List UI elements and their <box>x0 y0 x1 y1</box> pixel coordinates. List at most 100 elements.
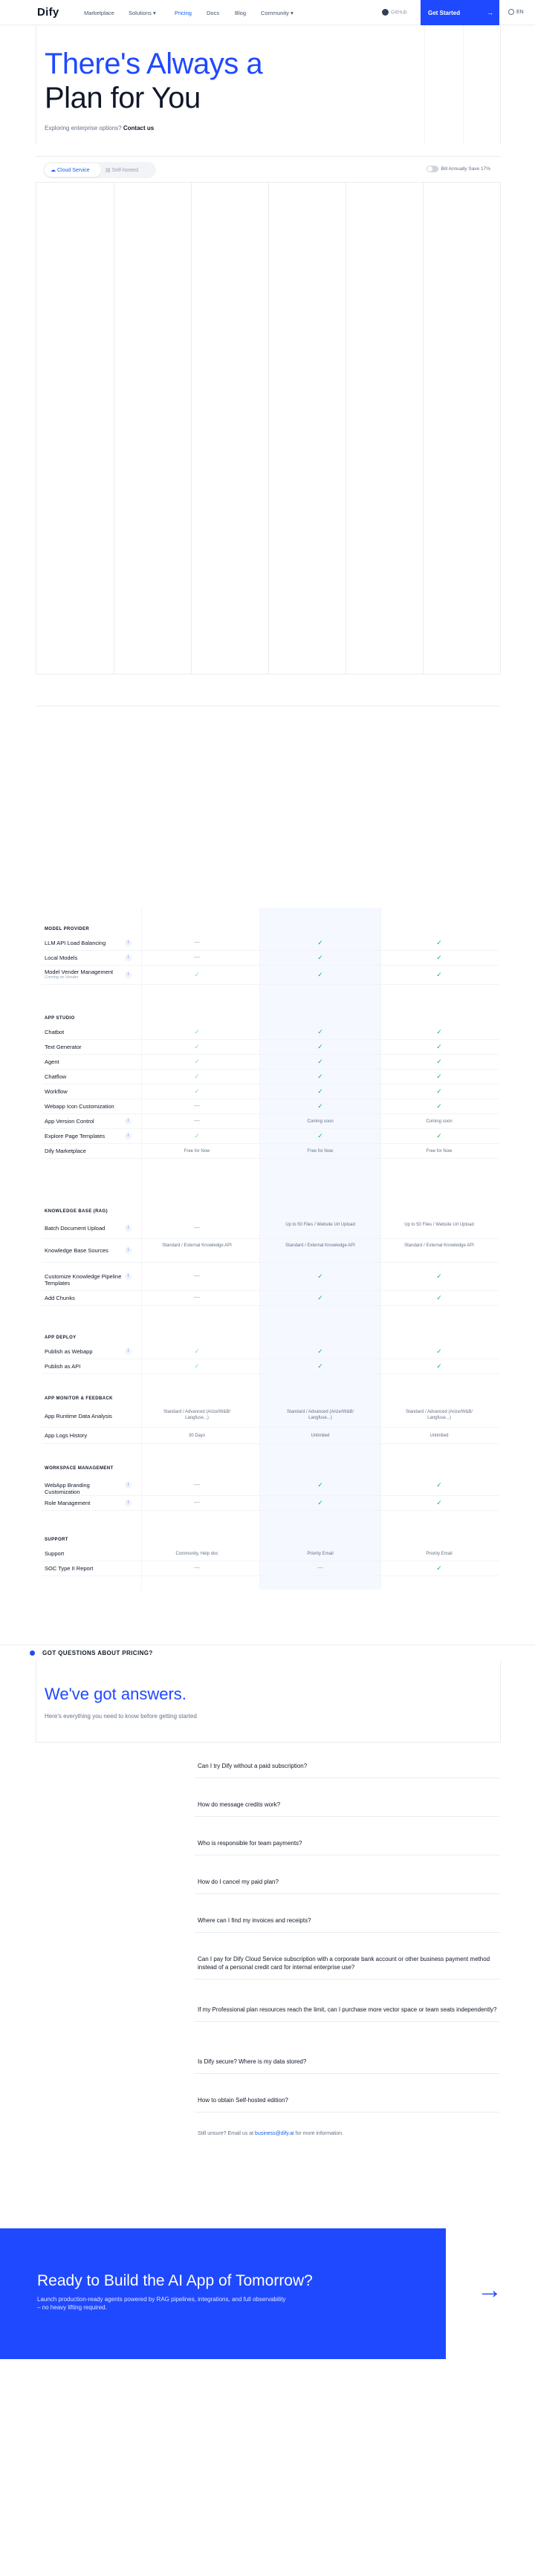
contact-us-link[interactable]: Contact us <box>123 125 154 131</box>
info-icon[interactable]: i <box>125 972 132 978</box>
toggle-switch-icon <box>426 166 438 172</box>
plan-value: Priority Email <box>307 1552 334 1556</box>
check-icon: ✓ <box>194 1058 200 1065</box>
table-row: Webapp Icon Customization — ✓ ✓ <box>42 1099 499 1114</box>
faq-item[interactable]: Can I try Dify without a paid subscripti… <box>195 1762 499 1778</box>
check-icon: ✓ <box>317 1058 323 1065</box>
dash-icon: — <box>194 1102 200 1109</box>
nav-link-solutions[interactable]: Solutions ▾ <box>129 10 156 16</box>
faq-item[interactable]: Where can I find my invoices and receipt… <box>195 1916 499 1933</box>
feature-label: Batch Document Upload <box>45 1225 106 1232</box>
check-icon: ✓ <box>317 1481 323 1489</box>
dash-icon: — <box>194 1272 200 1279</box>
info-icon[interactable]: i <box>125 1348 132 1355</box>
business-email-link[interactable]: business@dify.ai <box>255 2131 294 2136</box>
check-icon: ✓ <box>436 954 442 961</box>
chevron-down-icon: ▾ <box>152 10 156 16</box>
feature-label: Role Management <box>45 1500 91 1506</box>
table-row: Customize Knowledge Pipeline Templates i —… <box>42 1263 499 1291</box>
table-row: Add Chunks — ✓ ✓ <box>42 1291 499 1306</box>
info-icon[interactable]: i <box>125 940 132 946</box>
check-icon: ✓ <box>436 1564 442 1572</box>
nav-link-community[interactable]: Community ▾ <box>261 10 294 16</box>
section-title: APP STUDIO <box>45 1016 75 1021</box>
nav-link-docs[interactable]: Docs <box>207 10 219 16</box>
language-selector[interactable]: EN <box>508 9 524 15</box>
check-icon: ✓ <box>436 1294 442 1301</box>
table-row: Local Models i — ✓ ✓ <box>42 951 499 966</box>
feature-label: Model Vender Management Coming on Vender <box>45 969 114 980</box>
faq-item[interactable]: Who is responsible for team payments? <box>195 1839 499 1855</box>
check-icon: ✓ <box>317 1043 323 1050</box>
info-icon[interactable]: i <box>125 1273 132 1280</box>
feature-label: Customize Knowledge Pipeline Templates <box>45 1273 122 1287</box>
check-icon: ✓ <box>194 1043 200 1050</box>
check-icon: ✓ <box>436 1073 442 1080</box>
cta-subtitle: Launch production-ready agents powered b… <box>37 2296 286 2311</box>
dify-logo[interactable]: Dify <box>37 6 59 19</box>
cloud-icon: ☁ <box>51 168 56 173</box>
table-row: Support Community, Help doc Priority Email… <box>42 1546 499 1561</box>
info-icon[interactable]: i <box>125 1118 132 1125</box>
check-icon: ✓ <box>317 971 323 978</box>
info-icon[interactable]: i <box>125 1482 132 1489</box>
nav-link-pricing[interactable]: Pricing <box>175 10 192 16</box>
check-icon: ✓ <box>436 939 442 946</box>
section-title: WORKSPACE MANAGEMENT <box>45 1466 114 1471</box>
nav-link-marketplace[interactable]: Marketplace <box>84 10 114 16</box>
faq-item[interactable]: If my Professional plan resources reach … <box>195 2006 499 2022</box>
dash-icon: — <box>194 1294 200 1301</box>
tab-self-hosted[interactable]: ▤ Self-hosted <box>106 167 138 173</box>
plan-value: Community, Help doc <box>175 1552 218 1556</box>
info-icon[interactable]: i <box>125 954 132 961</box>
check-icon: ✓ <box>194 1132 200 1139</box>
check-icon: ✓ <box>317 1362 323 1370</box>
get-started-button[interactable]: Get Started → <box>421 0 499 25</box>
info-icon[interactable]: i <box>125 1500 132 1506</box>
arrow-right-icon[interactable]: → <box>477 2276 502 2305</box>
plan-value: Standard / External Knowledge API <box>285 1243 355 1248</box>
billing-toggle[interactable]: Bill Annually Save 17% <box>426 166 490 172</box>
faq-item[interactable]: How to obtain Self-hosted edition? <box>195 2096 499 2112</box>
plan-value: Standard / External Knowledge API <box>162 1243 232 1248</box>
check-icon: ✓ <box>317 1132 323 1139</box>
check-icon: ✓ <box>194 1028 200 1035</box>
info-icon[interactable]: i <box>125 1225 132 1232</box>
check-icon: ✓ <box>436 1102 442 1110</box>
chevron-down-icon: ▾ <box>291 10 294 16</box>
plan-value: Up to 50 Files / Website Url Upload <box>404 1223 474 1227</box>
info-icon[interactable]: i <box>125 1247 132 1254</box>
check-icon: ✓ <box>436 1362 442 1370</box>
feature-label: Support <box>45 1550 65 1557</box>
cta-banner <box>0 2228 446 2359</box>
faq-item[interactable]: Can I pay for Dify Cloud Service subscri… <box>195 1955 499 1980</box>
table-row: Text Generator ✓ ✓ ✓ <box>42 1040 499 1055</box>
info-icon[interactable]: i <box>125 1133 132 1139</box>
pricing-toggle-row: ☁ Cloud Service ▤ Self-hosted Bill Annua… <box>36 156 501 183</box>
check-icon: ✓ <box>436 1481 442 1489</box>
hero-title-line1: There's Always a <box>45 48 263 80</box>
table-row: Agent ✓ ✓ ✓ <box>42 1055 499 1070</box>
top-navbar: Dify Marketplace Solutions ▾ Pricing Doc… <box>0 0 535 25</box>
table-row: Chatflow ✓ ✓ ✓ <box>42 1070 499 1084</box>
nav-link-blog[interactable]: Blog <box>235 10 246 16</box>
check-icon: ✓ <box>317 1028 323 1035</box>
table-row: SOC Type II Report — — ✓ <box>42 1561 499 1576</box>
faq-title: We've got answers. <box>45 1685 187 1703</box>
feature-label: Add Chunks <box>45 1295 75 1301</box>
github-link[interactable]: GitHub <box>382 9 407 16</box>
tab-cloud-service[interactable]: ☁ Cloud Service <box>45 163 101 177</box>
plan-value: Free for Now <box>307 1149 334 1154</box>
hero-title-line2: Plan for You <box>45 82 201 114</box>
faq-subtitle: Here's everything you need to know befor… <box>45 1713 197 1720</box>
feature-label: Text Generator <box>45 1044 82 1050</box>
arrow-right-icon: → <box>487 9 493 16</box>
faq-item[interactable]: Is Dify secure? Where is my data stored? <box>195 2058 499 2074</box>
check-icon: ✓ <box>194 1087 200 1095</box>
dash-icon: — <box>317 1564 323 1571</box>
check-icon: ✓ <box>436 1028 442 1035</box>
feature-label: Publish as Webapp <box>45 1348 93 1355</box>
faq-item[interactable]: How do message credits work? <box>195 1801 499 1817</box>
faq-item[interactable]: How do I cancel my paid plan? <box>195 1878 499 1894</box>
check-icon: ✓ <box>194 1362 200 1370</box>
